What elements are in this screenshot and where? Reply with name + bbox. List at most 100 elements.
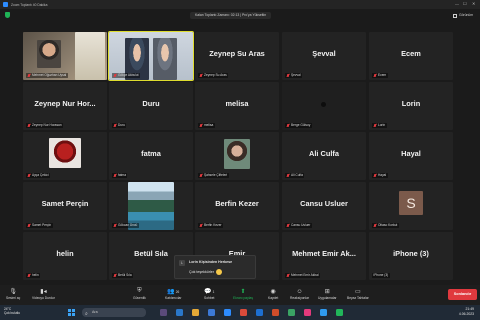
participant-tile[interactable]: Mehmet Emir Ak... Mehmet Emir Akbal	[282, 232, 366, 280]
unmute-label: Sesimi aç	[6, 296, 21, 300]
security-button[interactable]: ⛨ Güvenlik	[133, 287, 146, 300]
participant-tile[interactable]: Gökçe Akbulut	[108, 31, 194, 81]
word-icon[interactable]	[256, 309, 263, 316]
participant-tile[interactable]: Ayça Çekici	[23, 132, 107, 180]
apps-button[interactable]: ⊞ Uygulamalar	[318, 287, 337, 300]
taskview-icon[interactable]	[160, 309, 167, 316]
muted-mic-icon	[287, 223, 290, 228]
muted-mic-icon	[28, 273, 31, 278]
participants-button[interactable]: 👥 26 Katılımcılar	[165, 287, 182, 300]
participant-label: Duru	[112, 123, 127, 128]
file-explorer-icon[interactable]	[192, 309, 199, 316]
participant-tile[interactable]: Gökcan Üncü	[109, 182, 193, 230]
encryption-shield-icon[interactable]	[5, 12, 10, 18]
participant-tile[interactable]: iPhone (3) iPhone (3)	[369, 232, 453, 280]
chat-icon: 💬 1	[204, 289, 215, 295]
whatsapp-icon[interactable]	[336, 309, 343, 316]
reactions-button[interactable]: ☺ Reaksiyonlar	[290, 287, 309, 301]
participant-name: iPhone (3)	[393, 249, 429, 258]
system-clock[interactable]: 21:49 4.06.2023	[440, 307, 474, 317]
muted-mic-icon	[114, 123, 117, 128]
participant-label-text: Mehmet Emir Akbal	[291, 273, 319, 277]
participant-label: Gökcan Üncü	[112, 223, 139, 228]
participant-label-text: Şahsele Çifteleri	[204, 173, 228, 177]
participant-name: fatma	[141, 149, 161, 158]
stop-video-label: Videoyu Durdur	[32, 296, 55, 300]
record-button[interactable]: ◉ Kaydet	[268, 287, 278, 300]
participant-label: Samet Perçin	[26, 223, 53, 228]
participant-tile[interactable]: Şahsele Çifteleri	[195, 132, 279, 180]
participant-name: Berfin Kezer	[215, 199, 259, 208]
share-screen-button[interactable]: ⬆ Ekranı paylaş	[233, 287, 253, 300]
excel-icon[interactable]	[288, 309, 295, 316]
close-button[interactable]: ✕	[472, 2, 475, 6]
meeting-time-remaining[interactable]: Kalan Toplantı Zamanı: 02:13 | Pro'ya Yü…	[190, 12, 272, 19]
participant-label: melisa	[198, 123, 215, 128]
participant-tile[interactable]: Berge Gülsoy	[282, 82, 366, 130]
app-icon[interactable]	[304, 309, 311, 316]
participant-tile[interactable]: Samet Perçin Samet Perçin	[23, 182, 107, 230]
taskbar-search[interactable]: ⌕ Ara	[82, 308, 146, 317]
participant-label-text: Berfin Kezer	[204, 223, 222, 227]
security-label: Güvenlik	[133, 296, 146, 300]
weather-widget[interactable]: 24°C Çok bulutlu	[4, 307, 20, 315]
participant-tile[interactable]: Cansu Usluer Cansu Usluer	[282, 182, 366, 230]
participant-tile[interactable]: Lorin Lorin	[369, 82, 453, 130]
participant-tile[interactable]: helin helin	[23, 232, 107, 280]
participant-label-text: Betül Sıla	[118, 273, 132, 277]
participant-tile[interactable]: Şevval Şevval	[282, 32, 366, 80]
chrome-icon[interactable]	[240, 309, 247, 316]
meeting-toolbar: 🎙 Sesimi aç ▮◂ Videoyu Durdur ⛨ Güvenlik…	[0, 285, 480, 305]
participant-tile[interactable]: Zeynep Su Aras Zeynep Su Aras	[195, 32, 279, 80]
muted-mic-icon	[114, 223, 117, 228]
participant-label: helin	[26, 273, 41, 278]
chat-notification[interactable]: L Lorin Kişisinden Herkese Çok teşekkürl…	[174, 255, 256, 279]
edge-icon[interactable]	[176, 309, 183, 316]
stop-video-button[interactable]: ▮◂ Videoyu Durdur	[32, 287, 55, 300]
participant-label-text: Mehmet Oğuzhan Uysal	[32, 73, 67, 77]
participant-label-text: Ecem	[378, 73, 387, 77]
powerpoint-icon[interactable]	[272, 309, 279, 316]
unmute-button[interactable]: 🎙 Sesimi aç	[6, 287, 20, 300]
participant-tile[interactable]: Ecem Ecem	[369, 32, 453, 80]
participant-tile[interactable]: S Oltaso Korkut	[369, 182, 453, 230]
participant-label-text: Gökcan Üncü	[118, 223, 138, 227]
weather-desc: Çok bulutlu	[4, 311, 20, 315]
minimize-button[interactable]: —	[455, 2, 459, 6]
participant-tile[interactable]: fatma fatma	[109, 132, 193, 180]
participant-tile[interactable]: Mehmet Oğuzhan Uysal	[23, 32, 107, 80]
muted-mic-icon	[28, 123, 31, 128]
participant-tile[interactable]: Ali Culfa Ali Culfa	[282, 132, 366, 180]
store-icon[interactable]	[208, 309, 215, 316]
apps-icon: ⊞	[324, 289, 330, 295]
participant-label-text: helin	[32, 273, 39, 277]
muted-mic-icon	[200, 123, 203, 128]
participant-label: Şevval	[285, 73, 303, 78]
end-meeting-button[interactable]: Sonlandır	[448, 289, 477, 300]
muted-mic-icon	[200, 73, 203, 78]
muted-mic-icon	[374, 223, 377, 228]
participant-name: Hayal	[401, 149, 421, 158]
chat-button[interactable]: 💬 1 Sohbet	[204, 287, 214, 300]
participant-name: Ali Culfa	[309, 149, 339, 158]
participant-name: melisa	[225, 99, 249, 108]
windows-start-icon[interactable]	[68, 309, 75, 316]
view-button[interactable]: Görünüm	[453, 12, 473, 19]
participant-tile[interactable]: Berfin Kezer Berfin Kezer	[195, 182, 279, 230]
view-label: Görünüm	[459, 13, 474, 17]
participant-tile[interactable]: Duru Duru	[109, 82, 193, 130]
zoom-taskbar-icon[interactable]	[224, 309, 231, 316]
telegram-icon[interactable]	[320, 309, 327, 316]
participant-tile[interactable]: Zeynep Nur Hor... Zeynep Nur Horasan	[23, 82, 107, 130]
share-screen-icon: ⬆	[240, 289, 246, 295]
participant-name: Şevval	[312, 49, 336, 58]
participant-label: Mehmet Oğuzhan Uysal	[26, 73, 68, 78]
participant-tile[interactable]: melisa melisa	[195, 82, 279, 130]
participant-label: Zeynep Nur Horasan	[26, 123, 64, 128]
zoom-meeting-window: Zoom Toplantı 40 Dakika — ☐ ✕ Kalan Topl…	[0, 0, 480, 320]
maximize-button[interactable]: ☐	[463, 2, 467, 6]
muted-mic-icon	[287, 173, 290, 178]
participant-name: Duru	[142, 99, 160, 108]
participant-tile[interactable]: Hayal Hayal	[369, 132, 453, 180]
whiteboards-button[interactable]: ▭ Beyaz Tahtalar	[347, 287, 369, 300]
